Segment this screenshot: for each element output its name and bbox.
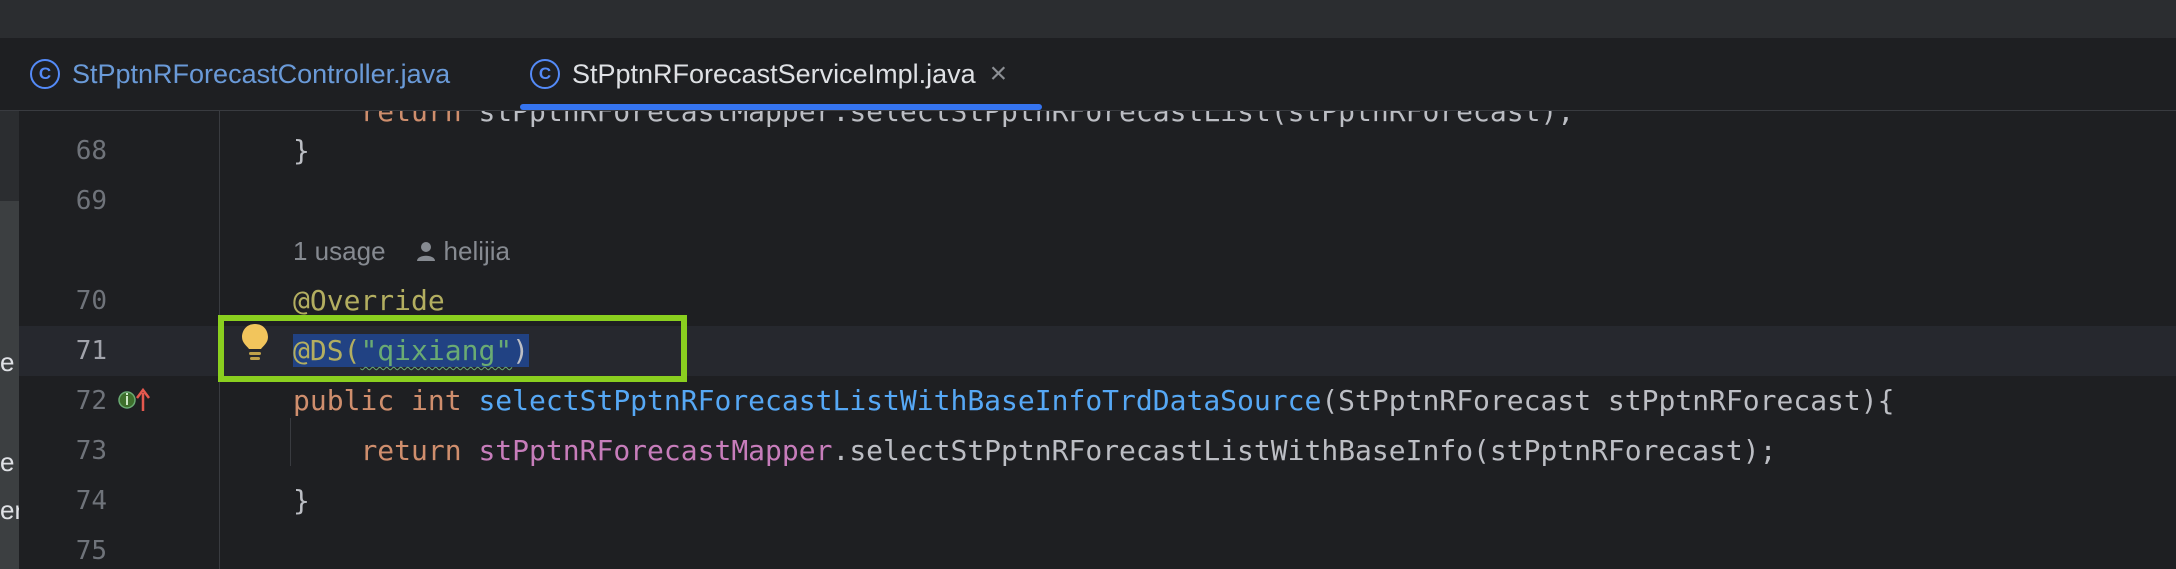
line-number: 73 bbox=[75, 436, 107, 466]
person-icon bbox=[416, 242, 435, 261]
code-line-74: } bbox=[293, 484, 310, 517]
indent-guide bbox=[290, 418, 291, 466]
line-number: 75 bbox=[75, 536, 107, 566]
author-name[interactable]: helijia bbox=[444, 226, 511, 276]
line-number: 74 bbox=[75, 486, 107, 516]
usage-count[interactable]: 1 usage bbox=[293, 226, 386, 276]
code-line-67-partial: return stPptnRForecastMapper.selectStPpt… bbox=[360, 111, 1575, 128]
line-number-active: 71 bbox=[75, 336, 107, 366]
panel-text-fragment: e bbox=[0, 347, 15, 377]
line-number: 70 bbox=[75, 286, 107, 316]
usage-inlay-hint[interactable]: 1 usage helijia bbox=[293, 226, 510, 276]
line-number: 68 bbox=[75, 136, 107, 166]
code-line-68: } bbox=[293, 134, 310, 167]
tab-label: StPptnRForecastServiceImpl.java bbox=[572, 58, 976, 89]
title-bar bbox=[0, 0, 2176, 38]
code-line-72: public int selectStPptnRForecastListWith… bbox=[293, 384, 1895, 417]
line-number: 72 bbox=[75, 386, 107, 416]
code-line-73: return stPptnRForecastMapper.selectStPpt… bbox=[360, 434, 1777, 467]
line-number: 69 bbox=[75, 186, 107, 216]
java-class-icon: C bbox=[530, 59, 560, 89]
editor-tab-bar: C StPptnRForecastController.java C StPpt… bbox=[0, 38, 2176, 111]
tab-controller-java[interactable]: C StPptnRForecastController.java bbox=[30, 38, 450, 110]
panel-text-fragment: e bbox=[0, 447, 15, 477]
highlight-box bbox=[218, 315, 687, 382]
close-tab-icon[interactable]: × bbox=[990, 57, 1008, 91]
tab-serviceimpl-java[interactable]: C StPptnRForecastServiceImpl.java × bbox=[530, 38, 1007, 110]
implements-method-icon[interactable] bbox=[118, 387, 152, 413]
java-class-icon: C bbox=[30, 59, 60, 89]
active-tab-indicator bbox=[520, 104, 1042, 110]
left-tool-panel: e e er bbox=[0, 111, 23, 569]
tab-label: StPptnRForecastController.java bbox=[72, 58, 451, 89]
